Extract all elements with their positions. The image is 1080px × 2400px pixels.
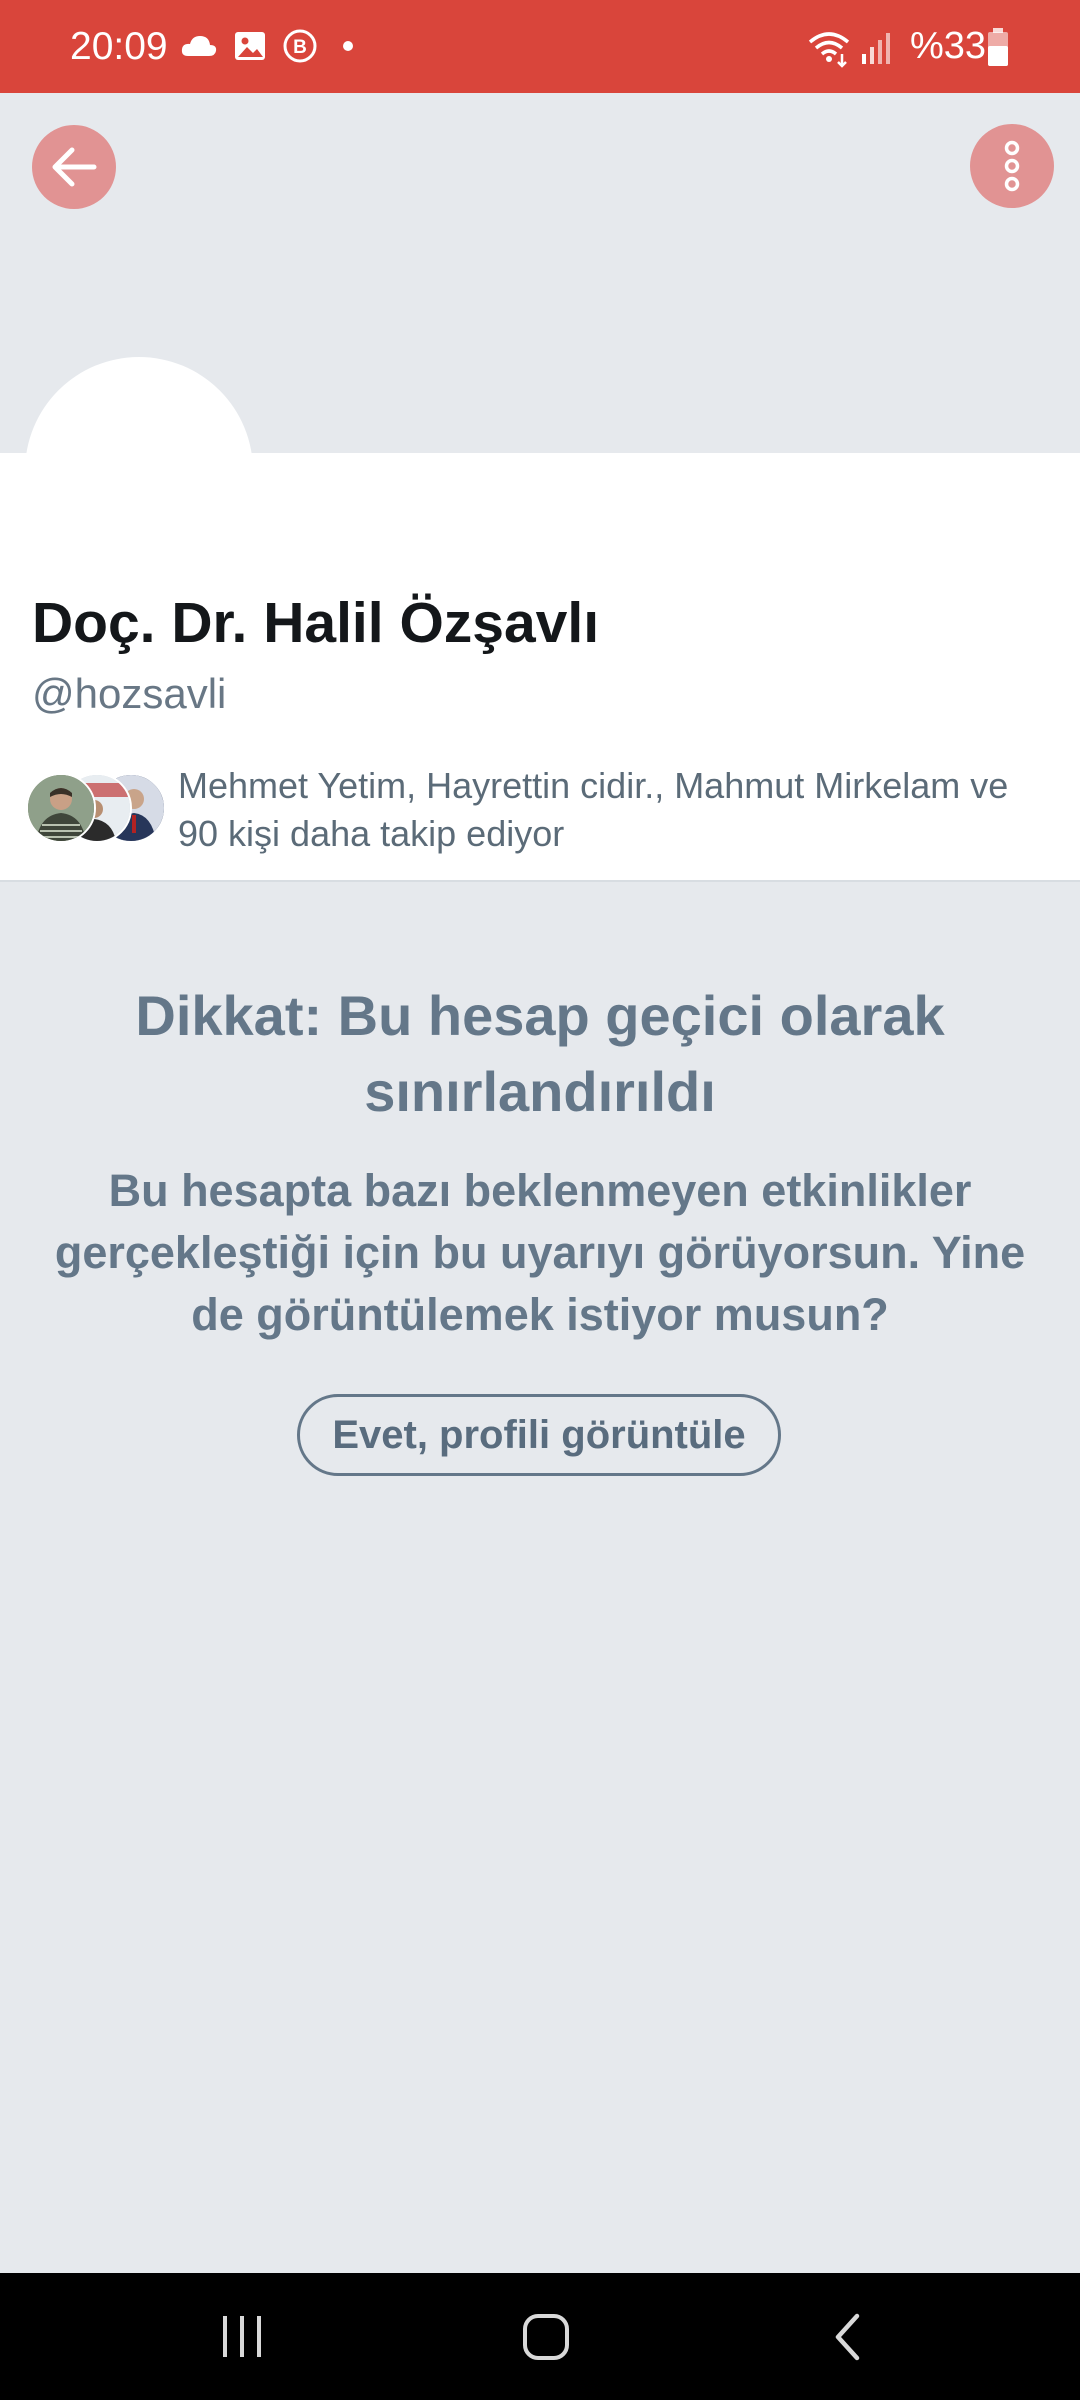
home-icon xyxy=(523,2314,569,2360)
recents-icon xyxy=(223,2316,261,2357)
cloud-icon xyxy=(180,28,218,64)
restricted-warning-body: Bu hesapta bazı beklenmeyen etkinlikler … xyxy=(54,1165,1026,1340)
nav-back-button[interactable] xyxy=(757,2273,937,2400)
profile-handle: @hozsavli xyxy=(32,670,227,717)
follower-avatar-3 xyxy=(26,773,96,843)
status-bar: 20:09 B %33 xyxy=(0,0,1080,93)
battery-percentage: %33 xyxy=(910,25,987,67)
system-navigation-bar xyxy=(0,2273,1080,2400)
more-vertical-icon xyxy=(1004,140,1020,192)
followed-by-text[interactable]: Mehmet Yetim, Hayrettin cidir., Mahmut M… xyxy=(178,762,1058,858)
wifi-icon xyxy=(806,28,852,68)
svg-text:B: B xyxy=(293,37,307,58)
profile-avatar[interactable] xyxy=(25,357,253,585)
recents-button[interactable] xyxy=(152,2273,332,2400)
battery-icon xyxy=(986,26,1010,66)
back-icon xyxy=(835,2313,860,2361)
signal-icon xyxy=(858,28,894,64)
status-time: 20:09 xyxy=(70,25,168,68)
b-notification-icon: B xyxy=(282,28,318,64)
arrow-left-icon xyxy=(52,147,97,187)
gallery-icon xyxy=(232,28,268,64)
back-button[interactable] xyxy=(32,125,116,209)
restricted-warning-title: Dikkat: Bu hesap geçici olarak sınırland… xyxy=(135,984,945,1123)
more-options-button[interactable] xyxy=(970,124,1054,208)
display-name: Doç. Dr. Halil Özşavlı xyxy=(32,591,600,655)
dot-icon xyxy=(340,28,356,64)
view-profile-button[interactable]: Evet, profili görüntüle xyxy=(297,1394,781,1476)
followed-by-avatars[interactable] xyxy=(26,773,166,843)
home-button[interactable] xyxy=(455,2273,635,2400)
